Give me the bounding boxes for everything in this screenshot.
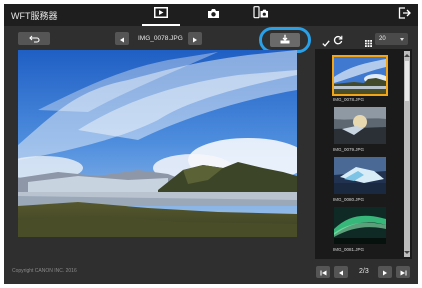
page-indicator: 2/3 bbox=[359, 268, 369, 275]
return-arrow-icon bbox=[28, 30, 40, 48]
last-page-button[interactable] bbox=[396, 266, 410, 278]
thumbnail-scrollbar[interactable] bbox=[404, 51, 410, 257]
triangle-left-icon bbox=[338, 263, 344, 281]
logout-button[interactable] bbox=[396, 7, 412, 23]
camera-icon bbox=[207, 6, 220, 24]
thumbnail-label: IMG_0078.JPG bbox=[333, 97, 365, 102]
next-image-button[interactable] bbox=[188, 32, 202, 45]
next-page-button[interactable] bbox=[378, 266, 392, 278]
thumbnail-item[interactable] bbox=[334, 207, 386, 244]
tab-playback[interactable] bbox=[142, 4, 180, 26]
triangle-right-icon bbox=[192, 30, 198, 48]
thumbnail-label: IMG_0079.JPG bbox=[333, 147, 365, 152]
main-photo bbox=[18, 50, 297, 237]
chevron-down-icon bbox=[400, 38, 404, 41]
thumbnail-item[interactable] bbox=[334, 107, 386, 144]
triangle-left-icon bbox=[119, 30, 125, 48]
top-bar: WFT服務器 bbox=[4, 4, 418, 26]
thumbnail-item[interactable] bbox=[334, 157, 386, 194]
back-button[interactable] bbox=[18, 32, 50, 45]
phone-camera-icon bbox=[253, 6, 269, 24]
thumbnail-label: IMG_0081.JPG bbox=[333, 247, 365, 252]
download-button[interactable] bbox=[270, 33, 300, 47]
triangle-right-icon bbox=[382, 263, 388, 281]
first-page-button[interactable] bbox=[316, 266, 330, 278]
app-window: WFT服務器 IMG_0078.JPG 20 IMG_0078.JPG IMG_… bbox=[4, 4, 418, 284]
thumbnail-count-value: 20 bbox=[379, 36, 386, 42]
copyright-text: Copyright CANON INC. 2016 bbox=[12, 268, 77, 274]
previous-page-button[interactable] bbox=[334, 266, 348, 278]
scroll-thumb[interactable] bbox=[405, 61, 409, 101]
skip-first-icon bbox=[320, 263, 327, 281]
refresh-icon[interactable] bbox=[333, 32, 343, 50]
previous-image-button[interactable] bbox=[115, 32, 129, 45]
tab-remote[interactable] bbox=[242, 4, 280, 26]
download-icon bbox=[280, 31, 290, 49]
play-icon bbox=[154, 5, 168, 23]
thumbnail-label: IMG_0080.JPG bbox=[333, 197, 365, 202]
thumbnail-list: IMG_0078.JPG IMG_0079.JPG IMG_0080.JPG I… bbox=[315, 49, 412, 259]
scroll-down-icon[interactable] bbox=[404, 251, 410, 254]
logout-icon bbox=[398, 6, 411, 24]
app-title: WFT服務器 bbox=[11, 11, 58, 21]
thumbnail-count-select[interactable]: 20 bbox=[375, 33, 408, 45]
skip-last-icon bbox=[400, 263, 407, 281]
current-filename: IMG_0078.JPG bbox=[138, 35, 183, 42]
thumbnail-item[interactable] bbox=[332, 55, 388, 96]
scroll-up-icon[interactable] bbox=[404, 54, 410, 57]
tab-camera[interactable] bbox=[194, 4, 232, 26]
